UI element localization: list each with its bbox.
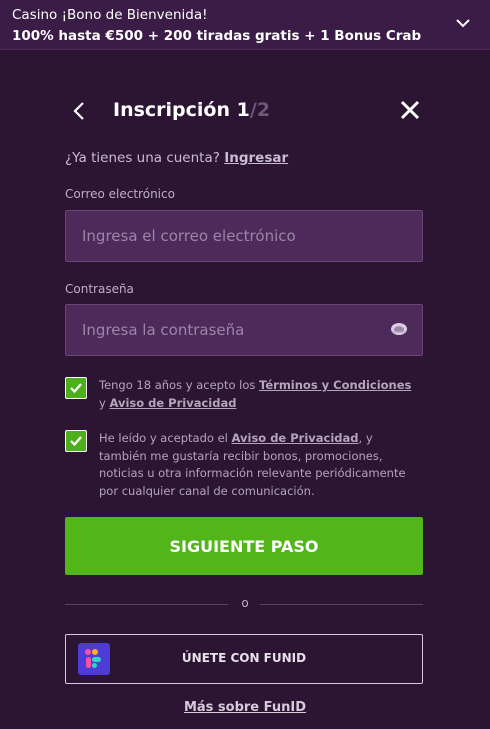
banner-title: Casino ¡Bono de Bienvenida! bbox=[12, 7, 208, 23]
step-total: 2 bbox=[256, 99, 271, 121]
privacy-consent-prefix: He leído y aceptado el bbox=[99, 431, 228, 445]
promo-banner[interactable]: Casino ¡Bono de Bienvenida! 100% hasta €… bbox=[0, 0, 490, 50]
login-question: ¿Ya tienes una cuenta? bbox=[65, 150, 220, 166]
terms-link[interactable]: Términos y Condiciones bbox=[259, 378, 411, 392]
privacy-consent-checkbox[interactable] bbox=[65, 430, 87, 452]
email-label: Correo electrónico bbox=[65, 187, 175, 201]
title-text: Inscripción bbox=[113, 99, 231, 121]
divider-label: o bbox=[241, 596, 249, 610]
login-link[interactable]: Ingresar bbox=[224, 150, 288, 166]
funid-join-button[interactable]: ÚNETE CON FUNID bbox=[65, 634, 423, 684]
next-step-button[interactable]: SIGUIENTE PASO bbox=[65, 517, 423, 575]
step-separator: / bbox=[249, 99, 257, 121]
step-current: 1 bbox=[236, 99, 250, 121]
privacy-notice-link[interactable]: Aviso de Privacidad bbox=[232, 431, 359, 445]
login-prompt: ¿Ya tienes una cuenta? Ingresar bbox=[65, 150, 288, 166]
privacy-notice-link[interactable]: Aviso de Privacidad bbox=[109, 396, 236, 410]
eye-icon[interactable] bbox=[390, 321, 408, 337]
chevron-left-icon[interactable] bbox=[69, 99, 89, 123]
divider-right bbox=[260, 604, 423, 605]
age-consent-text: Tengo 18 años y acepto los Términos y Co… bbox=[99, 377, 419, 412]
age-consent-conjunction: y bbox=[99, 395, 106, 410]
privacy-consent-text: He leído y aceptado el Aviso de Privacid… bbox=[99, 430, 419, 500]
password-label: Contraseña bbox=[65, 282, 134, 296]
age-consent-prefix: Tengo 18 años y acepto los bbox=[99, 378, 256, 392]
checkmark-icon bbox=[70, 383, 82, 394]
signup-header: Inscripción 1/2 bbox=[65, 95, 423, 127]
page-title: Inscripción 1/2 bbox=[113, 99, 270, 121]
divider-left bbox=[65, 604, 228, 605]
more-about-funid-link[interactable]: Más sobre FunID bbox=[0, 700, 490, 715]
chevron-down-icon[interactable] bbox=[454, 16, 472, 30]
password-field[interactable] bbox=[65, 304, 423, 356]
checkmark-icon bbox=[70, 436, 82, 447]
close-icon[interactable] bbox=[399, 99, 421, 121]
email-field[interactable] bbox=[65, 210, 423, 262]
banner-offer: 100% hasta €500 + 200 tiradas gratis + 1… bbox=[12, 28, 422, 44]
age-consent-checkbox[interactable] bbox=[65, 377, 87, 399]
funid-join-label: ÚNETE CON FUNID bbox=[181, 651, 307, 665]
